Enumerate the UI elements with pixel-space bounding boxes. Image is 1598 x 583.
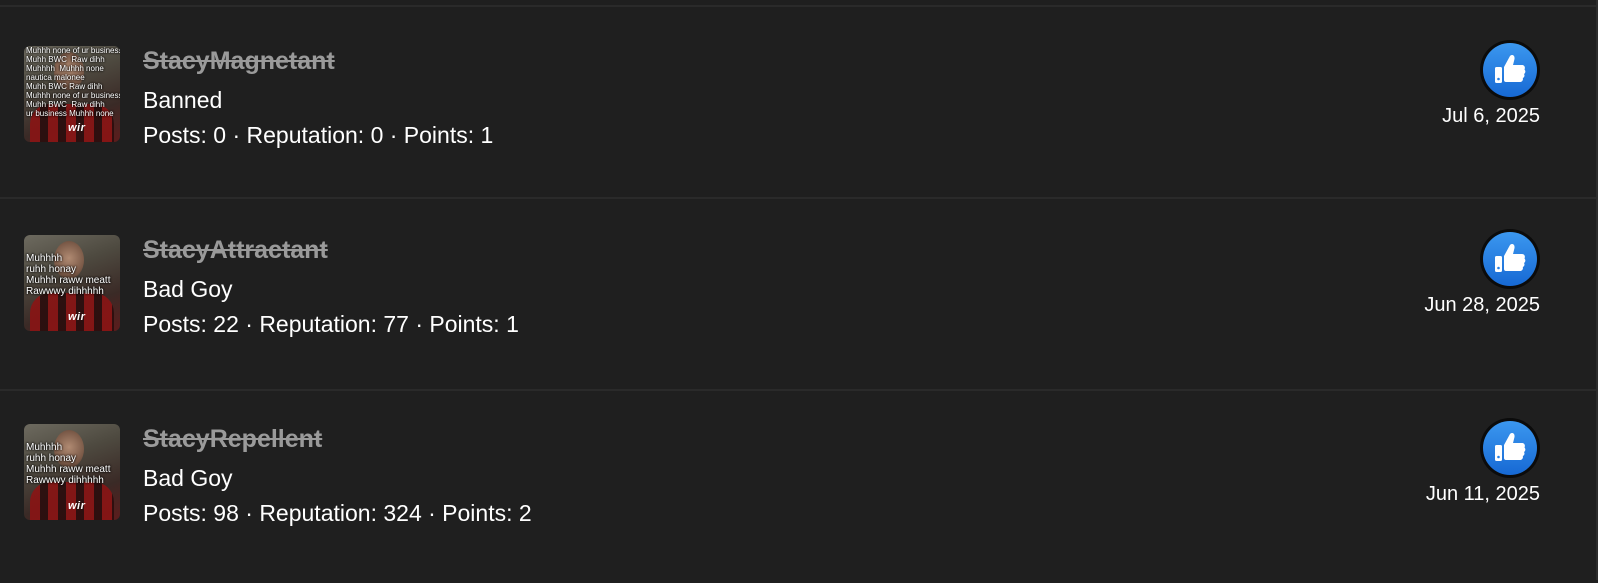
user-title: Banned [143, 87, 223, 113]
list-item: wir Muhhhh ruhh honay Muhhh raww meatt R… [0, 199, 1596, 391]
avatar[interactable]: wir Muhhhh ruhh honay Muhhh raww meatt R… [24, 424, 120, 520]
thumbs-up-icon [1495, 244, 1526, 272]
like-reaction-button[interactable] [1480, 40, 1540, 100]
user-stats: Posts: 22 · Reputation: 77 · Points: 1 [143, 311, 519, 337]
avatar-caption: Muhhhh ruhh honay Muhhh raww meatt Rawww… [26, 253, 111, 297]
avatar[interactable]: wir Muhhh none of ur business Muhh BWC R… [24, 46, 120, 142]
reaction-date: Jun 11, 2025 [1425, 483, 1540, 505]
avatar-caption: Muhhh none of ur business Muhh BWC Raw d… [26, 46, 120, 118]
list-item: wir Muhhh none of ur business Muhh BWC R… [0, 7, 1596, 199]
avatar[interactable]: wir Muhhhh ruhh honay Muhhh raww meatt R… [24, 235, 120, 331]
avatar-shirt-text: wir [68, 311, 86, 323]
avatar-caption: Muhhhh ruhh honay Muhhh raww meatt Rawww… [26, 442, 111, 486]
username-link[interactable]: StacyAttractant [143, 236, 328, 265]
user-title: Bad Goy [143, 276, 233, 302]
username-link[interactable]: StacyRepellent [143, 425, 322, 454]
reaction-date: Jul 6, 2025 [1442, 105, 1540, 127]
like-reaction-button[interactable] [1480, 229, 1540, 289]
avatar-shirt-text: wir [68, 500, 86, 512]
list-item: wir Muhhhh ruhh honay Muhhh raww meatt R… [0, 391, 1596, 583]
thumbs-up-icon [1495, 55, 1526, 83]
user-title: Bad Goy [143, 465, 233, 491]
reaction-list-panel: wir Muhhh none of ur business Muhh BWC R… [0, 0, 1598, 580]
like-reaction-button[interactable] [1480, 418, 1540, 478]
avatar-shirt-text: wir [68, 122, 86, 134]
thumbs-up-icon [1495, 433, 1526, 461]
user-stats: Posts: 0 · Reputation: 0 · Points: 1 [143, 122, 494, 148]
user-stats: Posts: 98 · Reputation: 324 · Points: 2 [143, 500, 532, 526]
reaction-date: Jun 28, 2025 [1424, 294, 1540, 316]
username-link[interactable]: StacyMagnetant [143, 47, 335, 76]
